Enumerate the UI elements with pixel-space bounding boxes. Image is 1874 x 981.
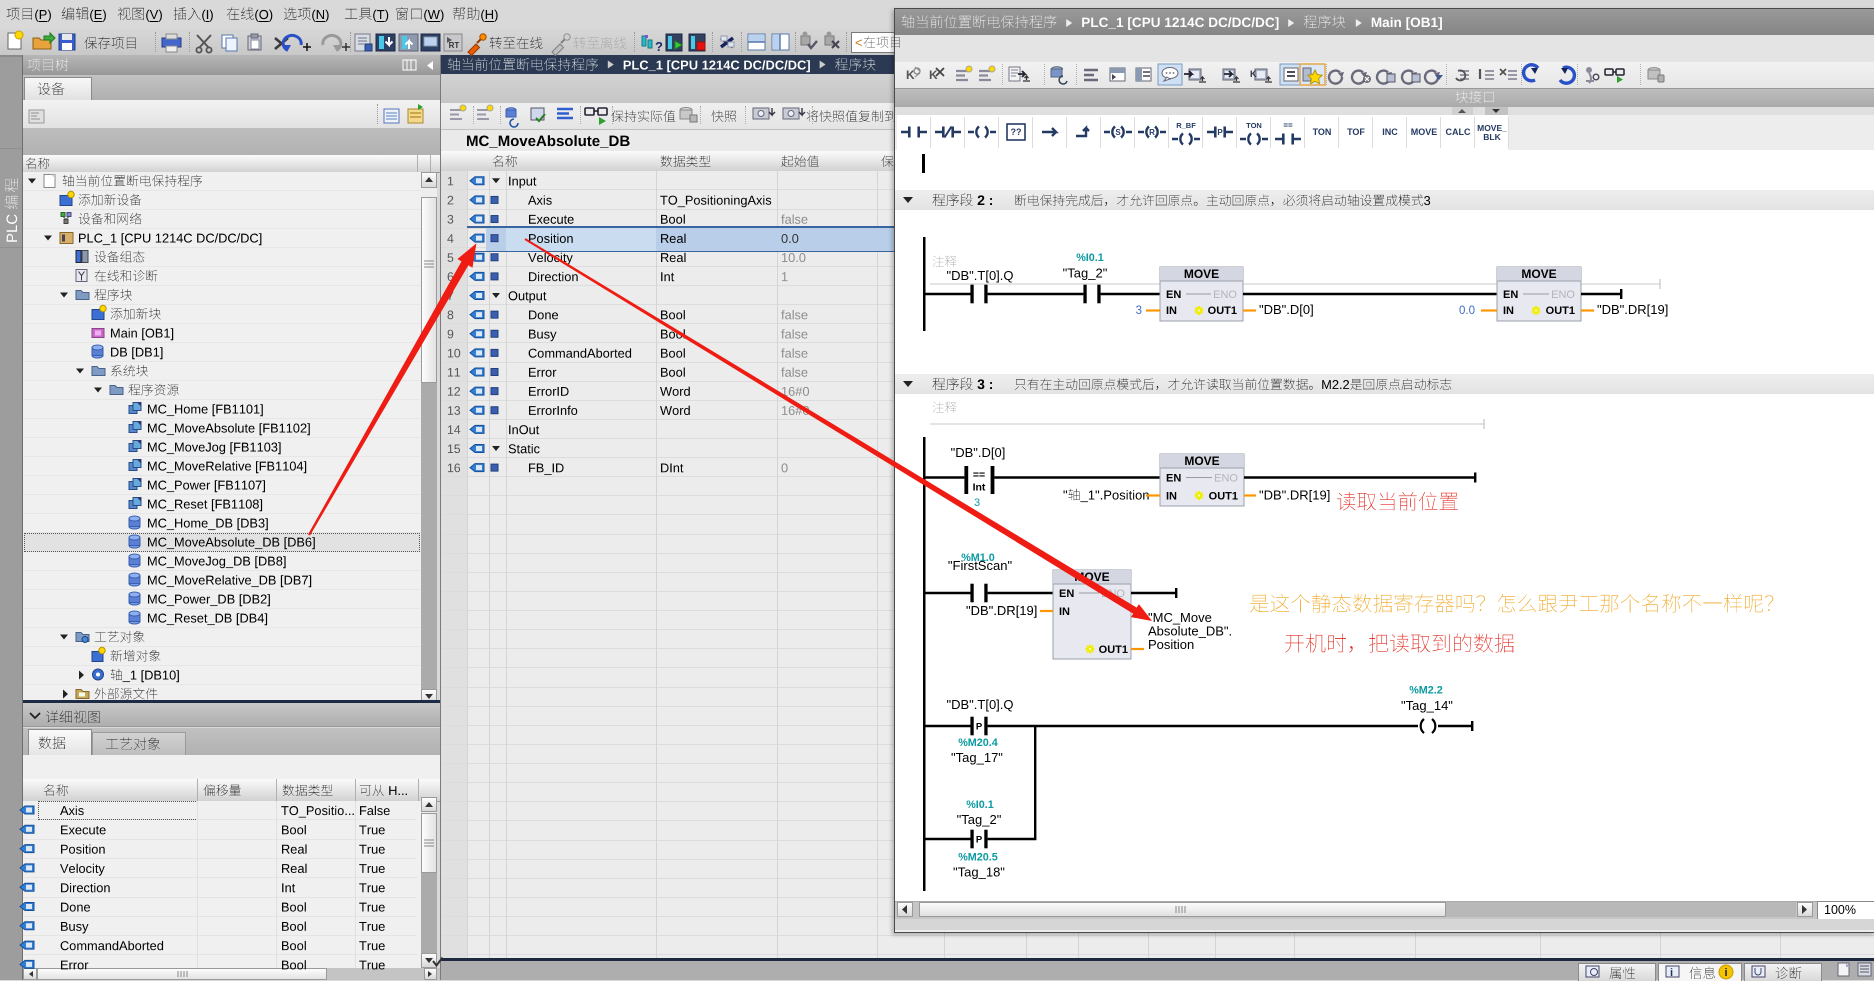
svg-text:100%: 100% [1824, 903, 1856, 917]
svg-text:R: R [1149, 128, 1155, 137]
svg-text:??: ?? [1011, 127, 1022, 137]
svg-text:MOVE: MOVE [1184, 267, 1219, 281]
svg-text:S: S [1115, 128, 1121, 137]
svg-text:CALC: CALC [1446, 127, 1471, 137]
svg-text:ENO: ENO [1213, 289, 1237, 301]
svg-text:==: == [973, 469, 985, 481]
svg-text:K: K [1250, 69, 1257, 79]
svg-text:"FirstScan": "FirstScan" [948, 558, 1013, 573]
svg-text:"Tag_18": "Tag_18" [953, 865, 1005, 880]
svg-text:%M20.4: %M20.4 [958, 737, 998, 749]
svg-text:OUT1: OUT1 [1546, 305, 1575, 317]
svg-text:EN: EN [1059, 588, 1074, 600]
svg-text:"Tag_2": "Tag_2" [957, 812, 1002, 827]
svg-text:TOF: TOF [1347, 127, 1365, 137]
svg-text:"DB".T[0].Q: "DB".T[0].Q [946, 697, 1013, 712]
svg-text:IN: IN [1166, 491, 1177, 503]
svg-text:P: P [976, 722, 983, 733]
svg-text:RT: RT [449, 41, 460, 50]
svg-text:"Tag_17": "Tag_17" [951, 750, 1003, 765]
svg-text:OUT1: OUT1 [1099, 644, 1128, 656]
svg-text:<: < [855, 35, 863, 50]
svg-text:IN: IN [1059, 606, 1070, 618]
svg-text:MOVE: MOVE [1411, 127, 1438, 137]
svg-text:ENO: ENO [1551, 289, 1575, 301]
svg-text:%M2.2: %M2.2 [1409, 685, 1443, 697]
svg-text:3: 3 [1136, 305, 1142, 317]
svg-text:"Tag_14": "Tag_14" [1401, 698, 1453, 713]
svg-text:BLK: BLK [1483, 132, 1501, 142]
svg-text:P: P [976, 835, 983, 846]
svg-text:==: == [1283, 121, 1293, 130]
svg-text:Position: Position [1148, 637, 1194, 652]
svg-text:EN: EN [1503, 289, 1518, 301]
svg-text:OUT1: OUT1 [1208, 305, 1237, 317]
svg-text:%M20.5: %M20.5 [958, 852, 998, 864]
svg-text:%I0.1: %I0.1 [1076, 252, 1104, 264]
svg-text:TON: TON [1313, 127, 1332, 137]
svg-text:INC: INC [1382, 127, 1398, 137]
svg-text:EN: EN [1166, 289, 1181, 301]
svg-text:Int: Int [973, 482, 986, 494]
svg-text:ENO: ENO [1214, 473, 1238, 485]
svg-text:?: ? [655, 39, 663, 54]
svg-text:%I0.1: %I0.1 [966, 799, 994, 811]
svg-text:IN: IN [1166, 305, 1177, 317]
svg-text:"DB".DR[19]: "DB".DR[19] [1597, 302, 1668, 317]
svg-text:MOVE: MOVE [1184, 454, 1219, 468]
svg-text:"DB".D[0]: "DB".D[0] [951, 445, 1006, 460]
svg-text:"DB".DR[19]: "DB".DR[19] [1259, 488, 1330, 503]
svg-text:i: i [1724, 967, 1727, 979]
svg-text:"Tag_2": "Tag_2" [1063, 266, 1108, 281]
svg-text:OUT1: OUT1 [1209, 491, 1238, 503]
svg-text:TON: TON [1246, 121, 1262, 130]
svg-text:"DB".D[0]: "DB".D[0] [1259, 302, 1314, 317]
svg-text:EN: EN [1166, 473, 1181, 485]
svg-text:IN: IN [1503, 305, 1514, 317]
svg-text:0.0: 0.0 [1459, 305, 1475, 317]
svg-text:R_BF: R_BF [1176, 121, 1196, 130]
svg-text:"DB".T[0].Q: "DB".T[0].Q [946, 268, 1013, 283]
svg-text:3: 3 [974, 497, 980, 509]
svg-text:P: P [1217, 128, 1223, 137]
svg-text:MOVE: MOVE [1521, 267, 1556, 281]
